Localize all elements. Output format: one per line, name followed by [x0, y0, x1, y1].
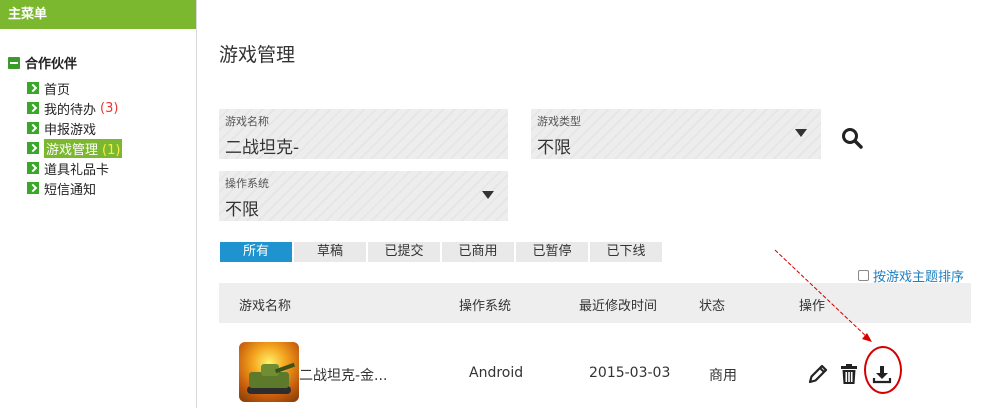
tab-submitted[interactable]: 已提交: [368, 242, 440, 262]
cell-modified: 2015-03-03: [589, 365, 671, 381]
search-icon[interactable]: [840, 126, 864, 150]
tree-root-label: 合作伙伴: [25, 57, 78, 72]
sidebar-item-label: 我的待办: [44, 102, 97, 118]
arrow-right-icon: [27, 142, 39, 154]
cell-os: Android: [469, 365, 524, 381]
sidebar: 主菜单 合作伙伴 首页 我的待办 (3) 申报游戏 游戏管理 (1) 道具礼品卡…: [0, 0, 197, 408]
tab-all[interactable]: 所有: [220, 242, 292, 262]
os-select[interactable]: 操作系统 不限: [219, 171, 508, 221]
tab-paused[interactable]: 已暂停: [516, 242, 588, 262]
sort-checkbox[interactable]: [858, 270, 869, 281]
col-os: 操作系统: [459, 299, 512, 314]
sidebar-item-submit-game[interactable]: 申报游戏: [27, 118, 122, 138]
tab-draft[interactable]: 草稿: [294, 242, 366, 262]
sidebar-item-label: 短信通知: [44, 182, 97, 198]
arrow-right-icon: [27, 162, 39, 174]
sidebar-item-label: 游戏管理: [46, 142, 99, 158]
game-name-value[interactable]: 二战坦克-: [225, 133, 502, 158]
arrow-right-icon: [27, 102, 39, 114]
arrow-right-icon: [27, 182, 39, 194]
game-type-select[interactable]: 游戏类型 不限: [531, 109, 821, 159]
table-header: 游戏名称 操作系统 最近修改时间 状态 操作: [219, 283, 971, 323]
col-modified: 最近修改时间: [579, 299, 658, 314]
tab-offline[interactable]: 已下线: [590, 242, 662, 262]
sidebar-item-label: 道具礼品卡: [44, 162, 110, 178]
edit-icon[interactable]: [807, 363, 829, 385]
trash-icon[interactable]: [838, 363, 860, 385]
sidebar-item-home[interactable]: 首页: [27, 78, 122, 98]
minus-icon[interactable]: [8, 56, 20, 69]
game-type-label: 游戏类型: [537, 115, 581, 128]
arrow-right-icon: [27, 82, 39, 94]
tab-commercial[interactable]: 已商用: [442, 242, 514, 262]
cell-game-name[interactable]: 二战坦克-金...: [299, 365, 387, 385]
page: 主菜单 合作伙伴 首页 我的待办 (3) 申报游戏 游戏管理 (1) 道具礼品卡…: [0, 0, 990, 408]
chevron-down-icon[interactable]: [482, 191, 494, 199]
game-thumbnail[interactable]: [239, 342, 299, 402]
col-game-name: 游戏名称: [239, 299, 292, 314]
col-actions: 操作: [799, 299, 826, 314]
chevron-down-icon[interactable]: [795, 129, 807, 137]
sidebar-item-count: (1): [102, 142, 121, 158]
annotation-highlight-circle: [864, 346, 902, 394]
col-status: 状态: [699, 299, 726, 314]
sidebar-item-gift-cards[interactable]: 道具礼品卡: [27, 158, 122, 178]
sidebar-item-game-management[interactable]: 游戏管理 (1): [27, 138, 123, 158]
arrow-right-icon: [27, 122, 39, 134]
game-name-field[interactable]: 游戏名称 二战坦克-: [219, 109, 508, 159]
tree-root-partner[interactable]: 合作伙伴: [8, 53, 77, 72]
sidebar-item-active-wrap: 游戏管理 (1): [44, 138, 123, 158]
sidebar-item-label: 申报游戏: [44, 122, 97, 138]
sidebar-item-todo[interactable]: 我的待办 (3): [27, 98, 122, 118]
os-label: 操作系统: [225, 177, 269, 190]
game-name-label: 游戏名称: [225, 115, 269, 128]
page-title: 游戏管理: [219, 44, 296, 66]
game-type-value: 不限: [537, 138, 571, 158]
sidebar-header: 主菜单: [0, 0, 196, 29]
cell-status: 商用: [709, 368, 737, 384]
status-tabs: 所有 草稿 已提交 已商用 已暂停 已下线: [220, 242, 664, 262]
os-value: 不限: [225, 200, 259, 220]
sidebar-item-sms[interactable]: 短信通知: [27, 178, 122, 198]
sidebar-item-count: (3): [100, 100, 119, 116]
sidebar-item-label: 首页: [44, 82, 71, 98]
table-row: 二战坦克-金... Android 2015-03-03 商用: [219, 323, 971, 408]
tree-children: 首页 我的待办 (3) 申报游戏 游戏管理 (1) 道具礼品卡 短信通知: [27, 78, 123, 198]
